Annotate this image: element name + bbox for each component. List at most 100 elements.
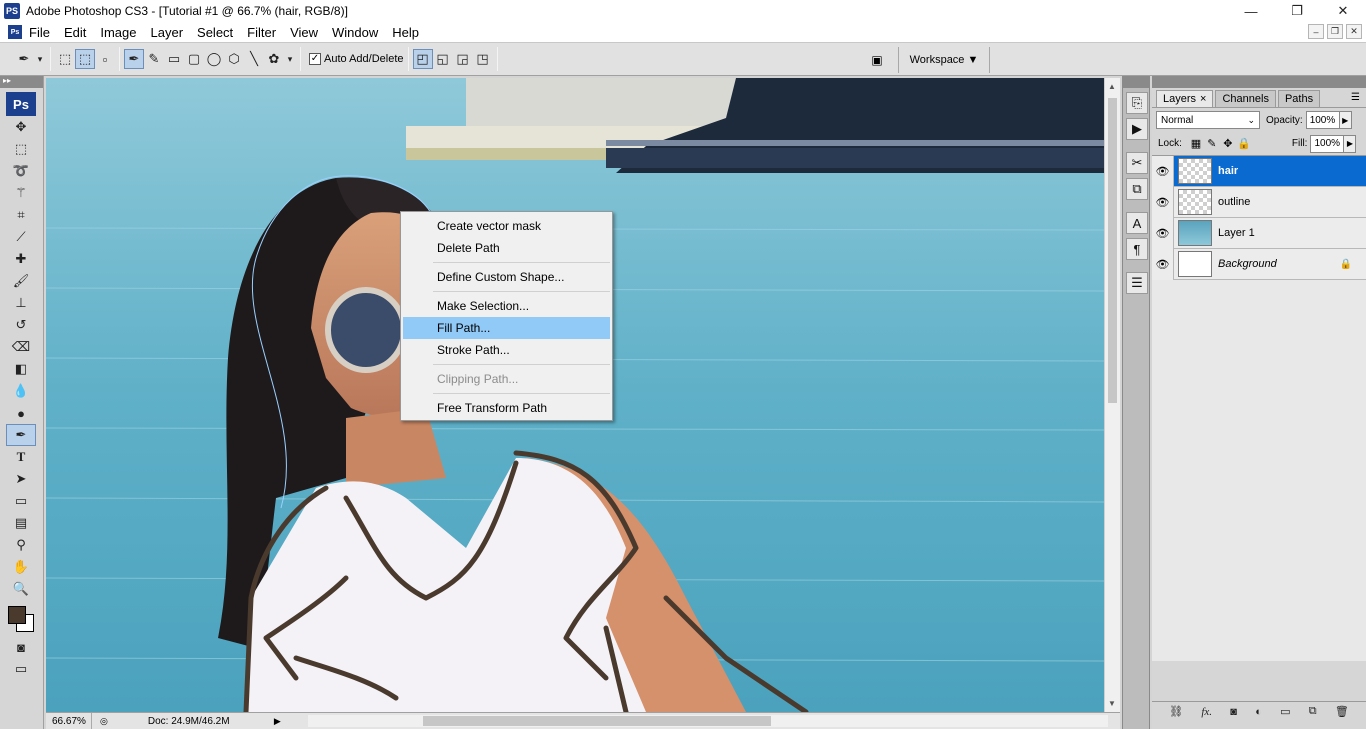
character-panel-icon[interactable]: A	[1126, 212, 1148, 234]
lock-image-icon[interactable]: ✎	[1204, 137, 1220, 150]
adjustment-layer-icon[interactable]: ◐	[1255, 706, 1262, 718]
type-tool-icon[interactable]: T	[6, 446, 36, 468]
maximize-button[interactable]: ❐	[1274, 0, 1320, 22]
move-tool-icon[interactable]: ✥	[6, 116, 36, 138]
pen-tool-icon[interactable]: ✒	[6, 424, 36, 446]
zoom-tool-icon[interactable]: 🔍	[6, 578, 36, 600]
notes-tool-icon[interactable]: ▤	[6, 512, 36, 534]
scroll-up-icon[interactable]: ▲	[1108, 82, 1116, 91]
blur-tool-icon[interactable]: 💧	[6, 380, 36, 402]
menu-filter[interactable]: Filter	[240, 25, 283, 40]
blend-mode-select[interactable]: Normal ⌄	[1156, 111, 1260, 129]
tab-paths[interactable]: Paths	[1277, 90, 1321, 107]
tab-close-icon[interactable]: ×	[1200, 93, 1206, 105]
history-brush-tool-icon[interactable]: ↺	[6, 314, 36, 336]
link-layers-icon[interactable]: ⛓	[1169, 705, 1183, 718]
add-to-path-area-icon[interactable]: ◰	[412, 49, 433, 69]
minimize-button[interactable]: —	[1228, 0, 1274, 22]
menu-image[interactable]: Image	[93, 25, 143, 40]
pen-tool-preset-icon[interactable]: ✒	[14, 49, 34, 69]
scroll-down-icon[interactable]: ▼	[1108, 699, 1116, 708]
hand-tool-icon[interactable]: ✋	[6, 556, 36, 578]
dock-header[interactable]	[1123, 76, 1149, 88]
vertical-scroll-thumb[interactable]	[1108, 98, 1117, 403]
ps-logo-badge[interactable]: Ps	[6, 92, 36, 116]
exclude-overlapping-icon[interactable]: ◳	[473, 49, 493, 69]
lock-all-icon[interactable]: 🔒	[1236, 137, 1252, 150]
tab-layers[interactable]: Layers ×	[1156, 90, 1214, 107]
doc-minimize-button[interactable]: –	[1308, 24, 1324, 39]
intersect-path-areas-icon[interactable]: ◲	[453, 49, 473, 69]
visibility-eye-icon[interactable]: 👁	[1152, 155, 1174, 187]
paths-mode-icon[interactable]: ⬚	[75, 49, 95, 69]
slice-tool-icon[interactable]: ⟋	[6, 226, 36, 248]
shape-tool-icon[interactable]: ▭	[6, 490, 36, 512]
tool-preset-dropdown-icon[interactable]: ▾	[34, 49, 46, 69]
path-selection-tool-icon[interactable]: ➤	[6, 468, 36, 490]
status-options-icon[interactable]: ◎	[100, 716, 108, 727]
doc-restore-button[interactable]: ❐	[1327, 24, 1343, 39]
screen-mode-icon[interactable]: ▭	[6, 658, 36, 680]
menu-select[interactable]: Select	[190, 25, 240, 40]
menu-make-selection[interactable]: Make Selection...	[403, 295, 610, 317]
new-layer-icon[interactable]: ⧉	[1309, 705, 1317, 718]
gradient-tool-icon[interactable]: ◧	[6, 358, 36, 380]
layer-row-layer-1[interactable]: 👁 Layer 1	[1152, 217, 1366, 249]
layer-row-hair[interactable]: 👁 hair	[1152, 155, 1366, 187]
eyedropper-tool-icon[interactable]: ⚲	[6, 534, 36, 556]
close-button[interactable]: ✕	[1320, 0, 1366, 22]
crop-tool-icon[interactable]: ⌗	[6, 204, 36, 226]
menu-delete-path[interactable]: Delete Path	[403, 237, 610, 259]
geometry-options-dropdown-icon[interactable]: ▾	[284, 49, 296, 69]
polygon-icon[interactable]: ⬡	[224, 49, 244, 69]
tool-presets-icon[interactable]: ✂	[1126, 152, 1148, 174]
menu-layer[interactable]: Layer	[144, 25, 191, 40]
layers-panel-header[interactable]	[1152, 76, 1366, 88]
opacity-slider-arrow-icon[interactable]: ▶	[1339, 111, 1352, 129]
rectangle-icon[interactable]: ▭	[164, 49, 184, 69]
vertical-scrollbar[interactable]: ▲ ▼	[1104, 78, 1120, 712]
lasso-tool-icon[interactable]: ➰	[6, 160, 36, 182]
custom-shape-icon[interactable]: ✿	[264, 49, 284, 69]
status-menu-arrow-icon[interactable]: ▶	[274, 716, 281, 727]
shape-layers-icon[interactable]: ⬚	[55, 49, 75, 69]
layer-row-outline[interactable]: 👁 outline	[1152, 186, 1366, 218]
panel-menu-icon[interactable]: ☰	[1351, 92, 1360, 103]
lock-transparent-icon[interactable]: ▦	[1188, 137, 1204, 150]
rounded-rectangle-icon[interactable]: ▢	[184, 49, 204, 69]
line-icon[interactable]: ╲	[244, 49, 264, 69]
clone-stamp-tool-icon[interactable]: ⊥	[6, 292, 36, 314]
tab-channels[interactable]: Channels	[1215, 90, 1276, 107]
paragraph-panel-icon[interactable]: ¶	[1126, 238, 1148, 260]
menu-file[interactable]: File	[22, 25, 57, 40]
pen-icon[interactable]: ✒	[124, 49, 144, 69]
opacity-input[interactable]: 100%	[1305, 111, 1340, 129]
zoom-level[interactable]: 66.67%	[46, 713, 92, 729]
marquee-tool-icon[interactable]: ⬚	[6, 138, 36, 160]
menu-define-custom-shape[interactable]: Define Custom Shape...	[403, 266, 610, 288]
menu-stroke-path[interactable]: Stroke Path...	[403, 339, 610, 361]
layer-style-icon[interactable]: fx.	[1201, 706, 1212, 718]
workspace-button[interactable]: Workspace ▼	[898, 47, 990, 73]
go-to-bridge-icon[interactable]: ▣	[866, 50, 888, 70]
freeform-pen-icon[interactable]: ✎	[144, 49, 164, 69]
horizontal-scrollbar[interactable]	[308, 715, 1108, 727]
menu-help[interactable]: Help	[385, 25, 426, 40]
eraser-tool-icon[interactable]: ⌫	[6, 336, 36, 358]
quick-mask-icon[interactable]: ◙	[6, 636, 36, 658]
document-icon[interactable]: Ps	[8, 25, 22, 39]
layer-comps-icon[interactable]: ⧉	[1126, 178, 1148, 200]
foreground-color-swatch[interactable]	[8, 606, 26, 624]
menu-edit[interactable]: Edit	[57, 25, 93, 40]
subtract-from-path-area-icon[interactable]: ◱	[433, 49, 453, 69]
layer-row-background[interactable]: 👁 Background 🔒	[1152, 248, 1366, 280]
info-panel-icon[interactable]: ☰	[1126, 272, 1148, 294]
menu-create-vector-mask[interactable]: Create vector mask	[403, 215, 610, 237]
brush-tool-icon[interactable]: 🖌	[6, 270, 36, 292]
visibility-eye-icon[interactable]: 👁	[1152, 248, 1174, 280]
tools-panel-header[interactable]: ▸▸	[0, 76, 43, 88]
menu-window[interactable]: Window	[325, 25, 385, 40]
checkbox-box[interactable]: ✓	[309, 53, 321, 65]
add-mask-icon[interactable]: ◙	[1230, 706, 1237, 718]
magic-wand-tool-icon[interactable]: ⚚	[6, 182, 36, 204]
